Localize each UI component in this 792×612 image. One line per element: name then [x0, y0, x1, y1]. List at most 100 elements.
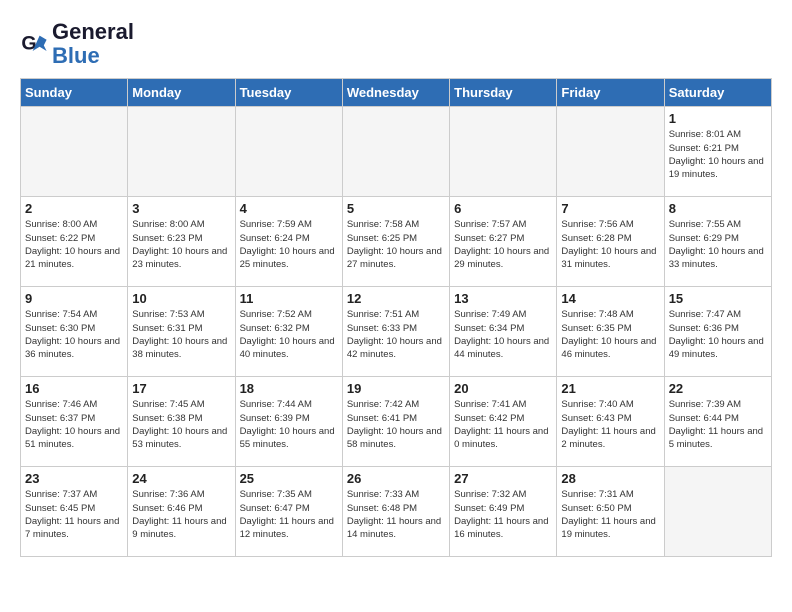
- calendar-cell: 8 Sunrise: 7:55 AM Sunset: 6:29 PM Daylig…: [664, 197, 771, 287]
- day-number: 28: [561, 471, 659, 486]
- day-number: 26: [347, 471, 445, 486]
- day-number: 14: [561, 291, 659, 306]
- day-info: Sunrise: 7:45 AM Sunset: 6:38 PM Dayligh…: [132, 398, 230, 451]
- day-info: Sunrise: 7:42 AM Sunset: 6:41 PM Dayligh…: [347, 398, 445, 451]
- calendar-cell: 4 Sunrise: 7:59 AM Sunset: 6:24 PM Daylig…: [235, 197, 342, 287]
- day-number: 23: [25, 471, 123, 486]
- calendar-cell: 23 Sunrise: 7:37 AM Sunset: 6:45 PM Dayli…: [21, 467, 128, 557]
- calendar-week-row: 23 Sunrise: 7:37 AM Sunset: 6:45 PM Dayli…: [21, 467, 772, 557]
- logo: G GeneralBlue: [20, 20, 134, 68]
- calendar-table: SundayMondayTuesdayWednesdayThursdayFrid…: [20, 78, 772, 557]
- calendar-cell: [664, 467, 771, 557]
- day-info: Sunrise: 7:41 AM Sunset: 6:42 PM Dayligh…: [454, 398, 552, 451]
- day-info: Sunrise: 8:00 AM Sunset: 6:22 PM Dayligh…: [25, 218, 123, 271]
- calendar-cell: 17 Sunrise: 7:45 AM Sunset: 6:38 PM Dayli…: [128, 377, 235, 467]
- calendar-cell: 2 Sunrise: 8:00 AM Sunset: 6:22 PM Daylig…: [21, 197, 128, 287]
- calendar-cell: 26 Sunrise: 7:33 AM Sunset: 6:48 PM Dayli…: [342, 467, 449, 557]
- day-info: Sunrise: 7:37 AM Sunset: 6:45 PM Dayligh…: [25, 488, 123, 541]
- day-info: Sunrise: 7:57 AM Sunset: 6:27 PM Dayligh…: [454, 218, 552, 271]
- calendar-cell: 16Sunrise: 7:46 AM Sunset: 6:37 PM Dayli…: [21, 377, 128, 467]
- day-number: 12: [347, 291, 445, 306]
- day-info: Sunrise: 7:35 AM Sunset: 6:47 PM Dayligh…: [240, 488, 338, 541]
- calendar-cell: 1Sunrise: 8:01 AM Sunset: 6:21 PM Daylig…: [664, 107, 771, 197]
- calendar-cell: 19 Sunrise: 7:42 AM Sunset: 6:41 PM Dayli…: [342, 377, 449, 467]
- day-number: 16: [25, 381, 123, 396]
- day-number: 19: [347, 381, 445, 396]
- logo-text: GeneralBlue: [52, 20, 134, 68]
- calendar-cell: [128, 107, 235, 197]
- day-number: 22: [669, 381, 767, 396]
- day-info: Sunrise: 7:54 AM Sunset: 6:30 PM Dayligh…: [25, 308, 123, 361]
- calendar-cell: 13 Sunrise: 7:49 AM Sunset: 6:34 PM Dayli…: [450, 287, 557, 377]
- day-info: Sunrise: 7:39 AM Sunset: 6:44 PM Dayligh…: [669, 398, 767, 451]
- day-number: 13: [454, 291, 552, 306]
- day-number: 2: [25, 201, 123, 216]
- calendar-cell: [557, 107, 664, 197]
- calendar-cell: [21, 107, 128, 197]
- calendar-cell: 24 Sunrise: 7:36 AM Sunset: 6:46 PM Dayli…: [128, 467, 235, 557]
- day-info: Sunrise: 7:53 AM Sunset: 6:31 PM Dayligh…: [132, 308, 230, 361]
- day-number: 3: [132, 201, 230, 216]
- weekday-header: Wednesday: [342, 79, 449, 107]
- day-number: 10: [132, 291, 230, 306]
- day-number: 8: [669, 201, 767, 216]
- calendar-cell: 20 Sunrise: 7:41 AM Sunset: 6:42 PM Dayli…: [450, 377, 557, 467]
- calendar-cell: [235, 107, 342, 197]
- calendar-cell: 21Sunrise: 7:40 AM Sunset: 6:43 PM Dayli…: [557, 377, 664, 467]
- day-info: Sunrise: 7:33 AM Sunset: 6:48 PM Dayligh…: [347, 488, 445, 541]
- calendar-cell: 9 Sunrise: 7:54 AM Sunset: 6:30 PM Daylig…: [21, 287, 128, 377]
- day-number: 1: [669, 111, 767, 126]
- day-number: 27: [454, 471, 552, 486]
- day-info: Sunrise: 7:55 AM Sunset: 6:29 PM Dayligh…: [669, 218, 767, 271]
- day-number: 6: [454, 201, 552, 216]
- day-number: 9: [25, 291, 123, 306]
- day-info: Sunrise: 7:48 AM Sunset: 6:35 PM Dayligh…: [561, 308, 659, 361]
- calendar-cell: 14 Sunrise: 7:48 AM Sunset: 6:35 PM Dayli…: [557, 287, 664, 377]
- day-number: 18: [240, 381, 338, 396]
- weekday-header: Sunday: [21, 79, 128, 107]
- calendar-week-row: 16Sunrise: 7:46 AM Sunset: 6:37 PM Dayli…: [21, 377, 772, 467]
- calendar-cell: 15Sunrise: 7:47 AM Sunset: 6:36 PM Dayli…: [664, 287, 771, 377]
- svg-text:G: G: [21, 33, 36, 55]
- day-number: 17: [132, 381, 230, 396]
- weekday-header: Thursday: [450, 79, 557, 107]
- day-info: Sunrise: 7:51 AM Sunset: 6:33 PM Dayligh…: [347, 308, 445, 361]
- day-number: 4: [240, 201, 338, 216]
- weekday-header: Monday: [128, 79, 235, 107]
- day-info: Sunrise: 7:52 AM Sunset: 6:32 PM Dayligh…: [240, 308, 338, 361]
- calendar-week-row: 1Sunrise: 8:01 AM Sunset: 6:21 PM Daylig…: [21, 107, 772, 197]
- day-info: Sunrise: 7:59 AM Sunset: 6:24 PM Dayligh…: [240, 218, 338, 271]
- day-info: Sunrise: 7:31 AM Sunset: 6:50 PM Dayligh…: [561, 488, 659, 541]
- day-info: Sunrise: 7:56 AM Sunset: 6:28 PM Dayligh…: [561, 218, 659, 271]
- calendar-header-row: SundayMondayTuesdayWednesdayThursdayFrid…: [21, 79, 772, 107]
- calendar-week-row: 9 Sunrise: 7:54 AM Sunset: 6:30 PM Daylig…: [21, 287, 772, 377]
- weekday-header: Tuesday: [235, 79, 342, 107]
- calendar-cell: [342, 107, 449, 197]
- calendar-cell: 11 Sunrise: 7:52 AM Sunset: 6:32 PM Dayli…: [235, 287, 342, 377]
- day-number: 7: [561, 201, 659, 216]
- day-number: 21: [561, 381, 659, 396]
- day-info: Sunrise: 7:44 AM Sunset: 6:39 PM Dayligh…: [240, 398, 338, 451]
- weekday-header: Friday: [557, 79, 664, 107]
- calendar-cell: 22 Sunrise: 7:39 AM Sunset: 6:44 PM Dayli…: [664, 377, 771, 467]
- calendar-cell: 18 Sunrise: 7:44 AM Sunset: 6:39 PM Dayli…: [235, 377, 342, 467]
- day-info: Sunrise: 7:49 AM Sunset: 6:34 PM Dayligh…: [454, 308, 552, 361]
- day-number: 11: [240, 291, 338, 306]
- day-number: 5: [347, 201, 445, 216]
- calendar-cell: 6 Sunrise: 7:57 AM Sunset: 6:27 PM Daylig…: [450, 197, 557, 287]
- day-number: 24: [132, 471, 230, 486]
- day-info: Sunrise: 7:32 AM Sunset: 6:49 PM Dayligh…: [454, 488, 552, 541]
- day-number: 20: [454, 381, 552, 396]
- day-info: Sunrise: 7:36 AM Sunset: 6:46 PM Dayligh…: [132, 488, 230, 541]
- calendar-cell: 7 Sunrise: 7:56 AM Sunset: 6:28 PM Daylig…: [557, 197, 664, 287]
- day-info: Sunrise: 7:58 AM Sunset: 6:25 PM Dayligh…: [347, 218, 445, 271]
- calendar-cell: 25 Sunrise: 7:35 AM Sunset: 6:47 PM Dayli…: [235, 467, 342, 557]
- weekday-header: Saturday: [664, 79, 771, 107]
- calendar-cell: 27 Sunrise: 7:32 AM Sunset: 6:49 PM Dayli…: [450, 467, 557, 557]
- calendar-cell: 28 Sunrise: 7:31 AM Sunset: 6:50 PM Dayli…: [557, 467, 664, 557]
- logo-icon: G: [20, 30, 48, 58]
- calendar-cell: [450, 107, 557, 197]
- calendar-week-row: 2 Sunrise: 8:00 AM Sunset: 6:22 PM Daylig…: [21, 197, 772, 287]
- calendar-cell: 10 Sunrise: 7:53 AM Sunset: 6:31 PM Dayli…: [128, 287, 235, 377]
- day-number: 25: [240, 471, 338, 486]
